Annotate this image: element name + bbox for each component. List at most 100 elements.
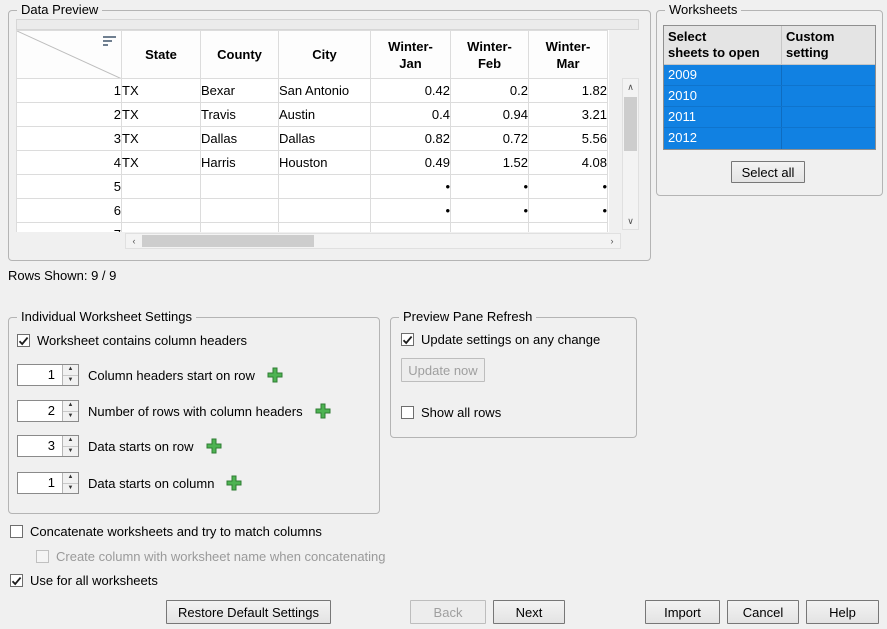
column-header-winter-mar: Winter- Mar bbox=[529, 31, 608, 79]
column-header-city: City bbox=[279, 31, 371, 79]
update-now-button[interactable]: Update now bbox=[401, 358, 485, 382]
preview-cell bbox=[279, 175, 371, 199]
spinner-value: 1 bbox=[18, 473, 60, 493]
worksheets-group: Worksheets Select sheets to open Custom … bbox=[656, 10, 883, 196]
preview-cell: 0.72 bbox=[451, 127, 529, 151]
worksheet-row-2010[interactable]: 2010 bbox=[664, 86, 875, 107]
preview-cell: • bbox=[529, 199, 608, 223]
spinner-down-icon[interactable]: ▼ bbox=[63, 376, 78, 386]
worksheets-title: Worksheets bbox=[665, 2, 741, 18]
preview-cell: 1.52 bbox=[451, 151, 529, 175]
preview-cell: 5.56 bbox=[529, 127, 608, 151]
back-button[interactable]: Back bbox=[410, 600, 486, 624]
excel-import-wizard-dialog: Data Preview bbox=[0, 0, 887, 629]
spinner-down-icon[interactable]: ▼ bbox=[63, 447, 78, 457]
preview-cell: 0.94 bbox=[451, 103, 529, 127]
scroll-down-icon[interactable]: ∨ bbox=[623, 213, 638, 229]
checkbox-box bbox=[401, 406, 414, 419]
worksheet-contains-headers-checkbox[interactable]: Worksheet contains column headers bbox=[17, 333, 247, 348]
checkmark-icon bbox=[11, 576, 22, 586]
scroll-left-icon[interactable]: ‹ bbox=[126, 234, 142, 248]
row-number: 4 bbox=[17, 151, 122, 175]
checkbox-box bbox=[10, 574, 23, 587]
worksheet-name: 2012 bbox=[664, 128, 782, 149]
preview-cell bbox=[371, 223, 451, 233]
preview-cell: • bbox=[451, 175, 529, 199]
data-start-column-spinner[interactable]: 1 ▲ ▼ bbox=[17, 472, 79, 494]
preview-cell: TX bbox=[122, 127, 201, 151]
preview-row: 4 TX Harris Houston 0.49 1.52 4.08 bbox=[17, 151, 608, 175]
worksheet-row-2009[interactable]: 2009 bbox=[664, 65, 875, 86]
preview-cell: Houston bbox=[279, 151, 371, 175]
next-button[interactable]: Next bbox=[493, 600, 565, 624]
worksheet-row-2011[interactable]: 2011 bbox=[664, 107, 875, 128]
preview-cell: 3.21 bbox=[529, 103, 608, 127]
checkbox-box bbox=[10, 525, 23, 538]
preview-cell bbox=[201, 223, 279, 233]
row-number: 2 bbox=[17, 103, 122, 127]
worksheets-col-header-sheets: Select sheets to open bbox=[664, 26, 782, 65]
data-preview-table-viewport: State County City Winter- Jan Winter- Fe… bbox=[16, 30, 609, 232]
preview-cell: 0.42 bbox=[371, 79, 451, 103]
add-icon[interactable] bbox=[225, 474, 243, 492]
cancel-button[interactable]: Cancel bbox=[727, 600, 799, 624]
column-headers-start-row-spinner[interactable]: 1 ▲ ▼ bbox=[17, 364, 79, 386]
select-all-button[interactable]: Select all bbox=[731, 161, 805, 183]
update-on-change-checkbox[interactable]: Update settings on any change bbox=[401, 332, 600, 347]
preview-cell: Bexar bbox=[201, 79, 279, 103]
preview-cell bbox=[122, 223, 201, 233]
column-header-state: State bbox=[122, 31, 201, 79]
preview-row: 1 TX Bexar San Antonio 0.42 0.2 1.82 bbox=[17, 79, 608, 103]
worksheet-name: 2011 bbox=[664, 107, 782, 127]
spinner-down-icon[interactable]: ▼ bbox=[63, 484, 78, 494]
preview-row: 5 • • • bbox=[17, 175, 608, 199]
row-number: 5 bbox=[17, 175, 122, 199]
vertical-scroll-thumb[interactable] bbox=[624, 97, 637, 151]
spinner-row: 1 ▲ ▼ Data starts on column bbox=[17, 472, 243, 494]
concatenate-checkbox[interactable]: Concatenate worksheets and try to match … bbox=[10, 524, 322, 539]
restore-default-settings-button[interactable]: Restore Default Settings bbox=[166, 600, 331, 624]
use-for-all-worksheets-checkbox[interactable]: Use for all worksheets bbox=[10, 573, 158, 588]
scroll-up-icon[interactable]: ∧ bbox=[623, 79, 638, 95]
row-number: 1 bbox=[17, 79, 122, 103]
preview-cell: Dallas bbox=[201, 127, 279, 151]
preview-cell: TX bbox=[122, 103, 201, 127]
preview-cell bbox=[122, 199, 201, 223]
preview-row: 6 • • • bbox=[17, 199, 608, 223]
add-icon[interactable] bbox=[266, 366, 284, 384]
preview-cell: TX bbox=[122, 79, 201, 103]
import-button[interactable]: Import bbox=[645, 600, 720, 624]
column-filter-icon bbox=[102, 35, 117, 51]
table-top-strip bbox=[16, 19, 639, 30]
horizontal-scrollbar[interactable]: ‹ › bbox=[125, 233, 621, 249]
data-start-row-spinner[interactable]: 3 ▲ ▼ bbox=[17, 435, 79, 457]
preview-cell bbox=[201, 199, 279, 223]
spinner-down-icon[interactable]: ▼ bbox=[63, 412, 78, 422]
header-rows-count-spinner[interactable]: 2 ▲ ▼ bbox=[17, 400, 79, 422]
data-preview-title: Data Preview bbox=[17, 2, 102, 18]
add-icon[interactable] bbox=[314, 402, 332, 420]
help-button[interactable]: Help bbox=[806, 600, 879, 624]
row-number: 3 bbox=[17, 127, 122, 151]
preview-cell: Travis bbox=[201, 103, 279, 127]
add-icon[interactable] bbox=[205, 437, 223, 455]
horizontal-scroll-thumb[interactable] bbox=[142, 235, 314, 247]
spinner-up-icon[interactable]: ▲ bbox=[63, 401, 78, 412]
spinner-up-icon[interactable]: ▲ bbox=[63, 473, 78, 484]
show-all-rows-checkbox[interactable]: Show all rows bbox=[401, 405, 501, 420]
individual-worksheet-settings-title: Individual Worksheet Settings bbox=[17, 309, 196, 325]
scroll-right-icon[interactable]: › bbox=[604, 234, 620, 248]
custom-setting-cell bbox=[782, 107, 875, 127]
spinner-up-icon[interactable]: ▲ bbox=[63, 436, 78, 447]
preview-cell bbox=[279, 199, 371, 223]
worksheets-list-header: Select sheets to open Custom setting bbox=[664, 26, 875, 65]
worksheet-row-2012[interactable]: 2012 bbox=[664, 128, 875, 149]
preview-row: 2 TX Travis Austin 0.4 0.94 3.21 bbox=[17, 103, 608, 127]
vertical-scrollbar[interactable]: ∧ ∨ bbox=[622, 78, 639, 230]
data-preview-group: Data Preview bbox=[8, 10, 651, 261]
preview-cell bbox=[201, 175, 279, 199]
column-header-winter-jan: Winter- Jan bbox=[371, 31, 451, 79]
preview-cell: 0.49 bbox=[371, 151, 451, 175]
create-column-checkbox[interactable]: Create column with worksheet name when c… bbox=[36, 549, 386, 564]
spinner-up-icon[interactable]: ▲ bbox=[63, 365, 78, 376]
